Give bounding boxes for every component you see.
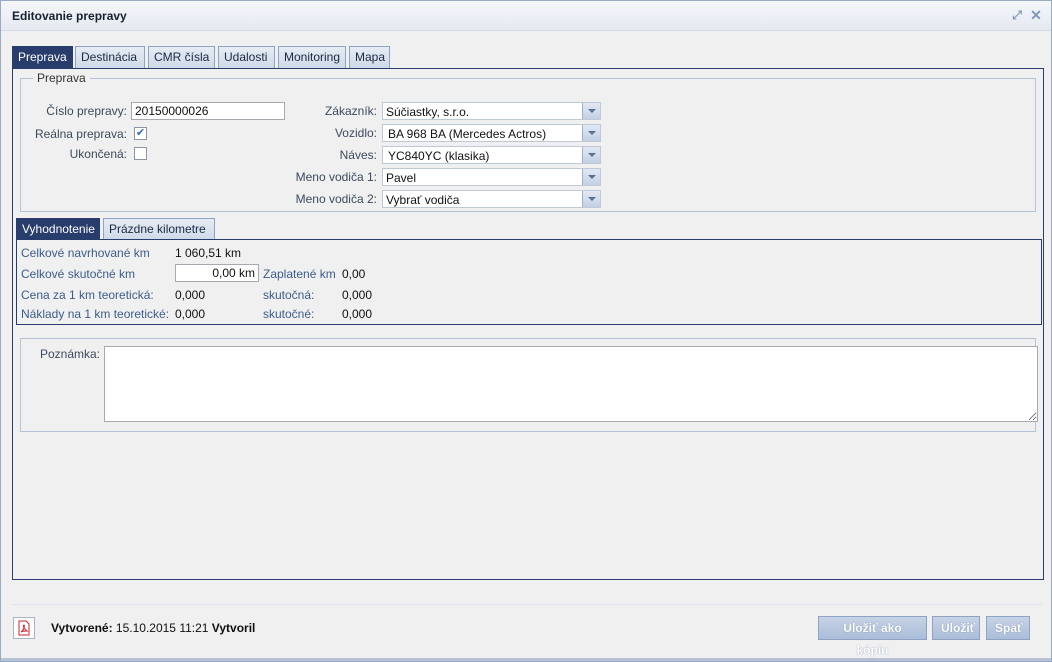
tab-preprava[interactable]: Preprava [12, 46, 73, 68]
back-button[interactable]: Späť [986, 616, 1030, 640]
chevron-down-icon[interactable] [582, 169, 600, 185]
naves-label: Náves: [339, 148, 377, 162]
window-titlebar: Editovanie prepravy ⤢ ✕ [1, 1, 1051, 31]
created-value: 15.10.2015 11:21 [115, 621, 209, 635]
zakaznik-label: Zákazník: [324, 104, 377, 118]
edit-transport-window: Editovanie prepravy ⤢ ✕ Preprava Destiná… [0, 0, 1052, 662]
vozidlo-combo[interactable]: BA 968 BA (Mercedes Actros) [382, 124, 601, 142]
navrhovane-km-label: Celkové navrhované km [21, 246, 150, 260]
preprava-legend: Preprava [37, 71, 86, 85]
note-fieldset: Poznámka: [20, 338, 1038, 432]
bottom-strip [1, 658, 1051, 661]
cena-skutocna-label: skutočná: [263, 288, 315, 302]
preprava-fieldset: Preprava Číslo prepravy: Reálna preprava… [20, 71, 1036, 212]
zakaznik-value: Súčiastky, s.r.o. [386, 105, 470, 119]
note-textarea[interactable] [104, 346, 1038, 422]
cislo-prepravy-label: Číslo prepravy: [46, 104, 127, 118]
preprava-panel: Preprava Číslo prepravy: Reálna preprava… [12, 68, 1044, 580]
vyhodnotenie-panel: Celkové navrhované km 1 060,51 km Celkov… [16, 239, 1042, 325]
close-icon[interactable]: ✕ [1030, 8, 1042, 22]
tab-cmr-cisla[interactable]: CMR čísla [148, 46, 215, 68]
naklady-km-value: 0,000 [175, 307, 206, 321]
tab-destinacia[interactable]: Destinácia [75, 46, 145, 68]
created-info: Vytvorené: 15.10.2015 11:21 Vytvoril [51, 621, 255, 635]
footer-divider [12, 604, 1042, 605]
tab-udalosti[interactable]: Udalosti [218, 46, 275, 68]
navrhovane-km-value: 1 060,51 km [175, 246, 242, 260]
note-label: Poznámka: [39, 347, 100, 361]
cena-km-value: 0,000 [175, 288, 206, 302]
cena-km-label: Cena za 1 km teoretická: [21, 288, 154, 302]
tab-prazdne-kilometre[interactable]: Prázdne kilometre [103, 218, 215, 240]
vodic1-label: Meno vodiča 1: [295, 170, 377, 184]
vodic2-value: Vybrať vodiča [386, 193, 460, 207]
tab-monitoring[interactable]: Monitoring [278, 46, 346, 68]
vozidlo-value: BA 968 BA (Mercedes Actros) [388, 127, 547, 141]
vozidlo-label: Vozidlo: [334, 126, 377, 140]
naves-combo[interactable]: YC840YC (klasika) [382, 146, 601, 164]
skutocne-km-input[interactable] [175, 264, 259, 282]
realna-preprava-label: Reálna preprava: [34, 127, 127, 141]
chevron-down-icon[interactable] [582, 147, 600, 163]
zakaznik-combo[interactable]: Súčiastky, s.r.o. [382, 102, 601, 120]
ukoncena-label: Ukončená: [69, 147, 127, 161]
naklady-skutocne-value: 0,000 [342, 307, 373, 321]
pdf-icon [18, 620, 30, 636]
created-by-label: Vytvoril [211, 621, 256, 635]
save-button[interactable]: Uložiť [932, 616, 980, 640]
zaplatene-km-value: 0,00 [342, 267, 366, 281]
vodic2-label: Meno vodiča 2: [295, 192, 377, 206]
cena-skutocna-value: 0,000 [342, 288, 373, 302]
ukoncena-checkbox[interactable] [134, 147, 147, 160]
naklady-skutocne-label: skutočné: [263, 307, 315, 321]
maximize-icon[interactable]: ⤢ [1011, 9, 1023, 21]
naves-value: YC840YC (klasika) [388, 149, 490, 163]
skutocne-km-label: Celkové skutočné km [21, 267, 136, 281]
vodic2-combo[interactable]: Vybrať vodiča [382, 190, 601, 208]
save-copy-button[interactable]: Uložiť ako kópiu [818, 616, 927, 657]
realna-preprava-checkbox[interactable]: ✔ [134, 127, 147, 140]
vodic1-combo[interactable]: Pavel [382, 168, 601, 186]
chevron-down-icon[interactable] [582, 125, 600, 141]
chevron-down-icon[interactable] [582, 103, 600, 119]
chevron-down-icon[interactable] [582, 191, 600, 207]
pdf-export-button[interactable] [13, 617, 35, 639]
vodic1-value: Pavel [386, 171, 417, 185]
tab-vyhodnotenie[interactable]: Vyhodnotenie [16, 218, 100, 240]
window-title: Editovanie prepravy [12, 9, 127, 23]
zaplatene-km-label: Zaplatené km [263, 267, 336, 281]
tab-mapa[interactable]: Mapa [349, 46, 390, 68]
naklady-km-label: Náklady na 1 km teoretické: [21, 307, 170, 321]
created-label: Vytvorené: [51, 621, 113, 635]
